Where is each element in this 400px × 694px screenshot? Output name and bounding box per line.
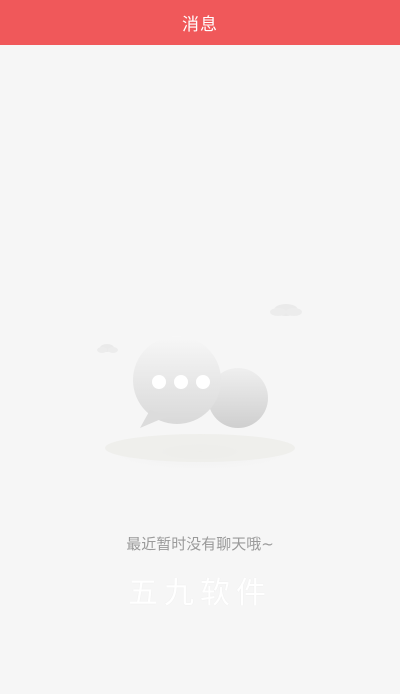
app-header: 消息 <box>0 0 400 45</box>
page-title: 消息 <box>182 15 218 35</box>
empty-chat-illustration <box>80 290 320 490</box>
watermark-text: 五九软件 <box>128 576 272 611</box>
chat-bubble-icon <box>90 304 310 474</box>
empty-state-message: 最近暂时没有聊天哦~ <box>126 535 274 553</box>
